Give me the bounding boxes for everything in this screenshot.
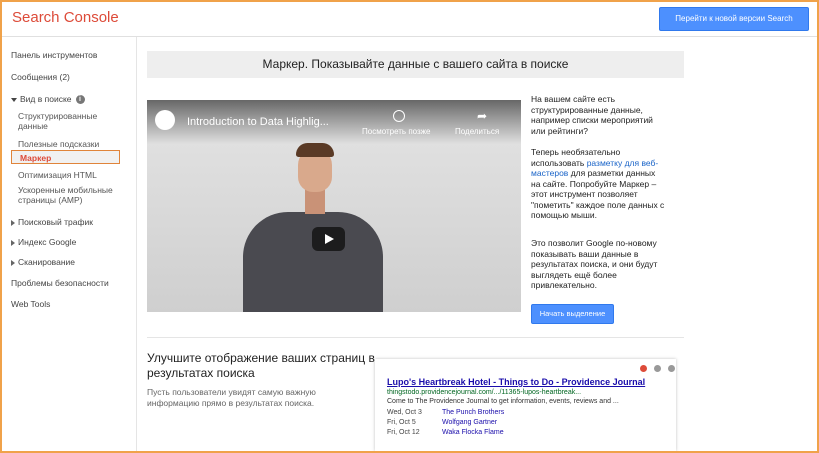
channel-logo-icon[interactable] xyxy=(155,110,175,130)
sidebar-item-search-appearance[interactable]: Вид в поиске i xyxy=(11,94,85,105)
result-snippet: Come to The Providence Journal to get in… xyxy=(387,398,619,405)
video-player[interactable]: Introduction to Data Highlig... Посмотре… xyxy=(147,100,521,312)
section-heading: Улучшите отображение ваших страниц в рез… xyxy=(147,351,375,380)
text-line: например списки мероприятий xyxy=(531,115,653,125)
text-line: этот инструмент позволяет xyxy=(531,189,638,199)
text-line: Это позволит Google по-новому xyxy=(531,238,657,248)
sidebar-item-label: Поисковый трафик xyxy=(18,217,93,227)
main-content: Маркер. Показывайте данные с вашего сайт… xyxy=(137,37,817,451)
section-description: Пусть пользователи увидят самую важную и… xyxy=(147,387,316,408)
text-line: показывать ваши данные в xyxy=(531,248,639,259)
benefit-text: Это позволит Google по-новому показывать… xyxy=(531,238,683,291)
result-url: thingstodo.providencejournal.com/.../113… xyxy=(387,389,582,396)
page-frame: Search Console Перейти к новой версии Se… xyxy=(0,0,819,453)
sidebar-item-messages[interactable]: Сообщения (2) xyxy=(11,72,70,82)
sidebar-item-google-index[interactable]: Индекс Google xyxy=(11,237,76,247)
text-line: помощью мыши. xyxy=(531,210,597,220)
event-name: Wolfgang Gartner xyxy=(442,419,498,426)
sidebar-item-dashboard[interactable]: Панель инструментов xyxy=(11,50,97,60)
chevron-right-icon xyxy=(11,219,15,226)
text-line: на сайте. Попробуйте Маркер – xyxy=(531,178,657,189)
sidebar-item-security-issues[interactable]: Проблемы безопасности xyxy=(11,278,109,288)
webmaster-markup-link[interactable]: мастеров xyxy=(531,168,568,178)
sidebar-item-label: Индекс Google xyxy=(18,237,77,247)
sidebar-item-label: Маркер xyxy=(20,153,52,163)
text-line: мастеров для разметки данных xyxy=(531,168,683,179)
text-line: использовать разметку для веб- xyxy=(531,158,683,169)
page-title: Маркер. Показывайте данные с вашего сайт… xyxy=(147,51,684,78)
sidebar-item-label: страницы (AMP) xyxy=(18,195,83,205)
result-title: Lupo's Heartbreak Hotel - Things to Do -… xyxy=(387,377,646,387)
text-line: выглядеть ещё более xyxy=(531,269,617,280)
play-icon[interactable] xyxy=(312,227,345,251)
search-console-logo[interactable]: Search Console xyxy=(12,9,119,26)
new-version-button[interactable]: Перейти к новой версии Search Console xyxy=(659,7,809,45)
text-line: Теперь необязательно xyxy=(531,147,621,157)
webmaster-markup-link[interactable]: разметку для веб- xyxy=(587,158,659,168)
sidebar-item-structured-data[interactable]: Структурированные данные xyxy=(18,111,97,131)
sidebar-item-web-tools[interactable]: Web Tools xyxy=(11,299,50,309)
sidebar-item-label: данные xyxy=(18,121,48,131)
sidebar-item-data-highlighter[interactable]: Маркер xyxy=(11,150,120,164)
sidebar: Панель инструментов Сообщения (2) Вид в … xyxy=(2,37,137,451)
result-event-row: Wed, Oct 3 The Punch Brothers xyxy=(387,409,504,416)
event-date: Fri, Oct 5 xyxy=(387,419,416,426)
divider xyxy=(147,337,684,338)
result-event-row: Fri, Oct 5 Wolfgang Gartner xyxy=(387,419,497,426)
event-name: The Punch Brothers xyxy=(442,409,505,416)
text-line: результатах поиска, и они будут xyxy=(531,259,658,269)
text-fragment: для разметки данных xyxy=(568,168,656,178)
sidebar-item-crawl[interactable]: Сканирование xyxy=(11,257,75,267)
result-event-row: Fri, Oct 12 Waka Flocka Flame xyxy=(387,429,504,436)
search-result-preview: Lupo's Heartbreak Hotel - Things to Do -… xyxy=(375,359,676,451)
share-icon[interactable]: ➦ xyxy=(477,109,487,123)
text-line: привлекательно. xyxy=(531,280,597,290)
intro-text: На вашем сайте есть структурированные да… xyxy=(531,94,683,136)
start-highlighting-button[interactable]: Начать выделение xyxy=(531,304,614,324)
carousel-dot-3[interactable] xyxy=(668,365,675,372)
text-line: структурированные данные, xyxy=(531,104,643,115)
carousel-dot-1[interactable] xyxy=(640,365,647,372)
event-date: Wed, Oct 3 xyxy=(387,409,422,416)
sidebar-item-label: Структурированные xyxy=(18,111,98,121)
top-bar: Search Console Перейти к новой версии Se… xyxy=(2,2,817,45)
chevron-right-icon xyxy=(11,239,15,246)
presenter-body xyxy=(243,212,383,312)
share-label[interactable]: Поделиться xyxy=(455,127,499,136)
info-icon[interactable]: i xyxy=(75,95,85,105)
description-text: Теперь необязательно использовать размет… xyxy=(531,147,683,221)
sidebar-item-label: Ускоренные мобильные xyxy=(18,185,113,195)
text-line: На вашем сайте есть xyxy=(531,94,616,104)
text-fragment: использовать xyxy=(531,157,587,168)
sidebar-item-label: Вид в поиске xyxy=(20,94,72,104)
video-title[interactable]: Introduction to Data Highlig... xyxy=(187,116,329,128)
clock-icon[interactable] xyxy=(393,110,405,122)
sidebar-item-rich-cards[interactable]: Полезные подсказки xyxy=(18,139,99,149)
sidebar-item-html-improvements[interactable]: Оптимизация HTML xyxy=(18,170,97,180)
text-line: или рейтинги? xyxy=(531,125,588,136)
sidebar-item-amp[interactable]: Ускоренные мобильные страницы (AMP) xyxy=(18,185,113,205)
watch-later-label[interactable]: Посмотреть позже xyxy=(362,127,430,136)
event-date: Fri, Oct 12 xyxy=(387,429,420,436)
carousel-dot-2[interactable] xyxy=(654,365,661,372)
sidebar-item-search-traffic[interactable]: Поисковый трафик xyxy=(11,217,93,227)
text-line: "пометить" каждое поле данных с xyxy=(531,199,665,210)
sidebar-item-label: Сканирование xyxy=(18,257,75,267)
chevron-down-icon xyxy=(11,97,17,102)
chevron-right-icon xyxy=(11,259,15,266)
event-name: Waka Flocka Flame xyxy=(442,429,504,436)
presenter-hair xyxy=(296,143,334,157)
